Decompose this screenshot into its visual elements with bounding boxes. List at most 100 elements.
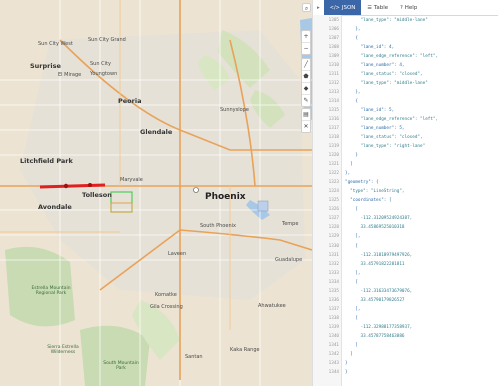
code-line: 1318 "lane_status": "closed",	[313, 134, 498, 141]
map-place-label: Peoria	[118, 97, 142, 105]
code-line: 1337 ],	[313, 306, 498, 313]
map-park-label: South Mountain Park	[103, 361, 139, 371]
code-line: 1319 "lane_type": "right-lane"	[313, 143, 498, 150]
code-icon: </>	[329, 4, 340, 11]
map-place-label: South Phoenix	[200, 223, 236, 229]
delete-icon[interactable]: ✕	[302, 121, 310, 132]
line-number: 1311	[328, 72, 339, 78]
draw-marker-icon[interactable]: ◆	[302, 83, 310, 95]
line-number: 1329	[328, 234, 339, 240]
line-number: 1338	[328, 315, 339, 321]
code-line: 1307 {	[313, 35, 498, 42]
code-text: ],	[345, 306, 361, 312]
tab-table[interactable]: ☰ Table	[361, 0, 394, 15]
code-line: 1306 },	[313, 26, 498, 33]
code-line: 1332 33.45791822281811	[313, 261, 498, 268]
code-line: 1343}	[313, 360, 498, 367]
map-place-label: Guadalupe	[275, 257, 303, 263]
code-text: [	[345, 279, 358, 285]
line-number: 1324	[328, 189, 339, 195]
map-place-label: El Mirage	[58, 72, 82, 78]
layers-icon[interactable]: ▤	[302, 109, 310, 121]
line-number: 1330	[328, 243, 339, 249]
line-number: 1342	[328, 351, 339, 357]
code-text: "lane_type": "middle-lane"	[345, 81, 428, 87]
table-icon: ☰	[367, 4, 372, 11]
code-text: -112.31818979497926,	[345, 252, 413, 258]
map-place-label: Tempe	[282, 221, 299, 227]
line-number: 1321	[328, 162, 339, 168]
edit-icon[interactable]: ✎	[302, 95, 310, 106]
line-number: 1305	[328, 18, 339, 23]
editor-tabs: ▸ </> JSON ☰ Table ? Help	[313, 0, 498, 16]
line-number: 1306	[328, 27, 339, 33]
map-zoom-controls: + −	[301, 30, 311, 55]
code-line: 1340 33.45787758463886	[313, 333, 498, 340]
code-text: }	[345, 153, 358, 159]
line-number: 1308	[328, 45, 339, 51]
code-text: 33.45791822281811	[345, 261, 405, 267]
code-line: 1316 "lane_edge_reference": "left",	[313, 116, 498, 123]
line-number: 1331	[328, 252, 339, 258]
map-park-label: Sierra Estrella Wilderness	[47, 345, 79, 355]
code-text: 33.45869525010318	[345, 225, 405, 231]
code-line: 1317 "lane_number": 5,	[313, 125, 498, 132]
tab-help-label: Help	[404, 4, 418, 11]
code-line: 1330 [	[313, 243, 498, 250]
draw-line-icon[interactable]: ╱	[302, 59, 310, 71]
line-number: 1341	[328, 342, 339, 348]
map-place-label: Surprise	[30, 62, 61, 70]
code-line: 1338 [	[313, 315, 498, 322]
line-number: 1339	[328, 324, 339, 330]
line-number: 1325	[328, 198, 339, 204]
code-text: -112.31633473679076,	[345, 288, 413, 294]
code-line: 1323 "geometry": {	[313, 179, 498, 186]
map-place-label: Litchfield Park	[20, 157, 73, 165]
code-line: 1325 "coordinates": [	[313, 197, 498, 204]
code-text: },	[345, 27, 361, 33]
map-place-label: Tolleson	[82, 191, 112, 199]
tab-table-label: Table	[373, 4, 389, 11]
code-text: }	[345, 369, 348, 375]
map-place-label: Laveen	[168, 251, 187, 257]
line-number: 1327	[328, 216, 339, 222]
line-number: 1312	[328, 81, 339, 87]
code-editor[interactable]: 1305 "lane_type": "middle-lane" 1306 }, 13…	[313, 15, 498, 386]
code-text: -112.31209524924387,	[345, 216, 413, 222]
app-window: Sun City West Sun City Sun City Grand Surpr…	[0, 0, 498, 386]
line-number: 1333	[328, 270, 339, 276]
code-line: 1328 33.45869525010318	[313, 224, 498, 231]
code-line: 1314 {	[313, 98, 498, 105]
map-view[interactable]: Sun City West Sun City Sun City Grand Surpr…	[0, 0, 312, 386]
code-line: 1311 "lane_status": "closed",	[313, 71, 498, 78]
tab-help[interactable]: ? Help	[394, 0, 423, 15]
line-number: 1320	[328, 153, 339, 159]
code-text: "lane_type": "middle-lane"	[345, 18, 428, 23]
tab-json[interactable]: </> JSON	[323, 0, 362, 15]
map-base-layer	[0, 0, 312, 386]
line-number: 1326	[328, 207, 339, 213]
line-number: 1309	[328, 54, 339, 60]
line-number: 1315	[328, 108, 339, 114]
search-icon[interactable]: ⌕	[302, 3, 311, 12]
collapse-panel-button[interactable]: ▸	[313, 0, 324, 15]
line-number: 1319	[328, 144, 339, 150]
code-line: 1313 },	[313, 89, 498, 96]
code-text: [	[345, 315, 358, 321]
code-text: "lane_type": "right-lane"	[345, 144, 426, 150]
help-icon: ?	[400, 4, 403, 11]
line-number: 1318	[328, 135, 339, 141]
map-place-label: Santan	[185, 354, 203, 360]
zoom-out-button[interactable]: −	[302, 43, 310, 54]
draw-polygon-icon[interactable]: ⬟	[302, 71, 310, 83]
map-place-label: Ahwatukee	[258, 303, 286, 309]
code-line: 1329 ],	[313, 233, 498, 240]
line-number: 1335	[328, 288, 339, 294]
highlighted-route	[39, 183, 106, 189]
draw-tools: ╱ ⬟ ◆ ✎	[301, 58, 311, 107]
map-park-label: Estrella Mountain Regional Park	[31, 286, 71, 296]
code-text: },	[345, 171, 351, 177]
code-text: ]	[345, 351, 353, 357]
code-line: 1326 [	[313, 206, 498, 213]
zoom-in-button[interactable]: +	[302, 31, 310, 43]
